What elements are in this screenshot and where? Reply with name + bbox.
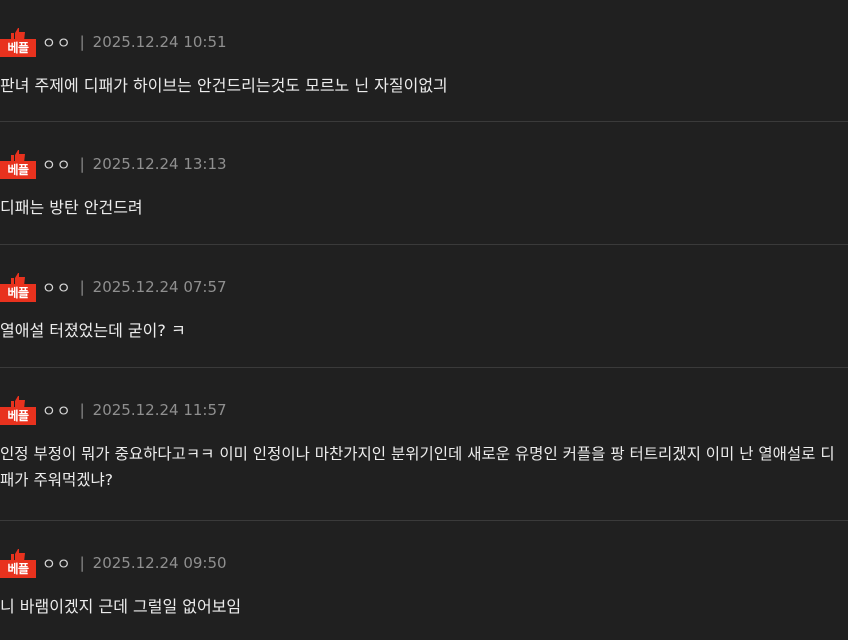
best-badge-label: 베플 [0,407,36,425]
comment-item: 베플 ㅇㅇ | 2025.12.24 07:57 열애설 터졌었는데 굳이? ㅋ [0,245,848,368]
comment-text: 인정 부정이 뭐가 중요하다고ㅋㅋ 이미 인정이나 마찬가지인 분위기인데 새로… [0,445,835,489]
best-badge-label: 베플 [0,39,36,57]
comment-item: 베플 ㅇㅇ | 2025.12.24 09:50 니 바램이겠지 근데 그럴일 … [0,521,848,640]
best-badge: 베플 [0,27,36,57]
author-nickname[interactable]: ㅇㅇ [42,32,72,53]
best-badge: 베플 [0,548,36,578]
comment-date: 2025.12.24 10:51 [92,33,227,51]
comment-date: 2025.12.24 09:50 [92,554,227,572]
comment-meta: 베플 ㅇㅇ | 2025.12.24 07:57 [0,272,227,302]
author-nickname[interactable]: ㅇㅇ [42,277,72,298]
comment-meta: 베플 ㅇㅇ | 2025.12.24 13:13 [0,149,227,179]
best-badge-label: 베플 [0,284,36,302]
comment-date: 2025.12.24 11:57 [92,401,227,419]
comment-date: 2025.12.24 13:13 [92,155,227,173]
comment-meta: 베플 ㅇㅇ | 2025.12.24 11:57 [0,395,227,425]
meta-separator: | [79,155,85,173]
comment-text: 디패는 방탄 안건드려 [0,198,143,217]
comment-date: 2025.12.24 07:57 [92,278,227,296]
meta-separator: | [79,401,85,419]
comment-text: 열애설 터졌었는데 굳이? ㅋ [0,321,186,340]
best-badge-label: 베플 [0,560,36,578]
author-nickname[interactable]: ㅇㅇ [42,154,72,175]
best-badge-label: 베플 [0,161,36,179]
meta-separator: | [79,554,85,572]
comment-list: 베플 ㅇㅇ | 2025.12.24 10:51 판녀 주제에 디패가 하이브는… [0,0,848,640]
author-nickname[interactable]: ㅇㅇ [42,400,72,421]
comment-text: 판녀 주제에 디패가 하이브는 안건드리는것도 모르노 닌 자질이없긔 [0,76,448,95]
best-badge: 베플 [0,395,36,425]
comment-item: 베플 ㅇㅇ | 2025.12.24 13:13 디패는 방탄 안건드려 [0,122,848,245]
best-badge: 베플 [0,149,36,179]
comment-item: 베플 ㅇㅇ | 2025.12.24 10:51 판녀 주제에 디패가 하이브는… [0,0,848,122]
meta-separator: | [79,33,85,51]
comment-text: 니 바램이겠지 근데 그럴일 없어보임 [0,597,242,616]
author-nickname[interactable]: ㅇㅇ [42,553,72,574]
comment-meta: 베플 ㅇㅇ | 2025.12.24 09:50 [0,548,227,578]
comment-item: 베플 ㅇㅇ | 2025.12.24 11:57 인정 부정이 뭐가 중요하다고… [0,368,848,521]
best-badge: 베플 [0,272,36,302]
meta-separator: | [79,278,85,296]
comment-meta: 베플 ㅇㅇ | 2025.12.24 10:51 [0,27,227,57]
